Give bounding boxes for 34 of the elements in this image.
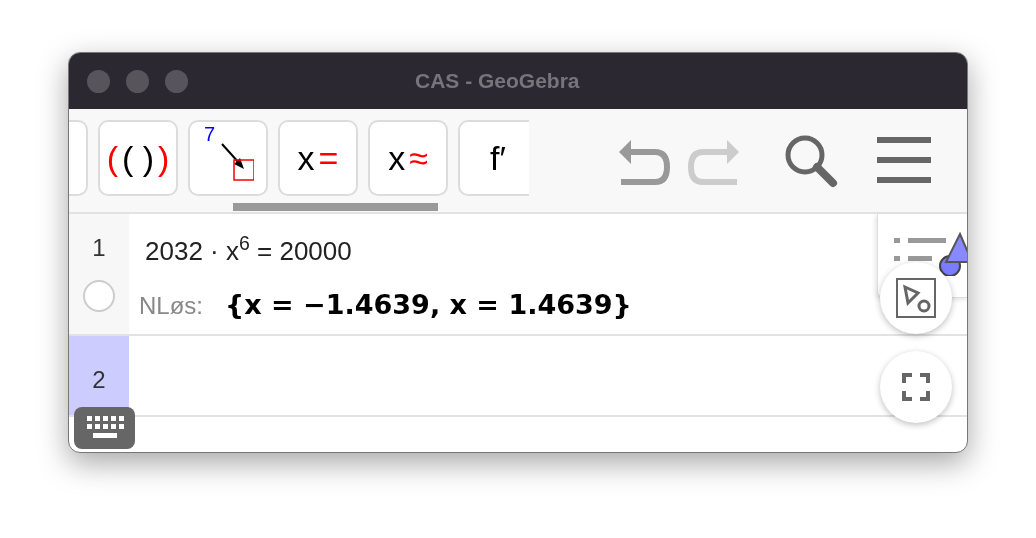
shapes-icon: [896, 278, 936, 318]
button-symbol: (: [106, 141, 118, 175]
algebra-icon: [894, 232, 967, 276]
graphics-button[interactable]: [880, 262, 952, 334]
toolbar-button[interactable]: f′: [458, 120, 529, 196]
input-expression[interactable]: 2032 · x$^{6}$ = 20000: [145, 232, 632, 271]
button-symbol: 7: [204, 124, 216, 144]
toolbar-button[interactable]: [69, 120, 88, 196]
button-symbol: ): [158, 141, 170, 175]
fullscreen-button[interactable]: [880, 351, 952, 423]
button-symbol: ( ): [121, 141, 155, 175]
row-number: 1: [92, 233, 106, 263]
button-symbol: x: [388, 141, 406, 175]
button-symbol: ≈: [409, 141, 428, 175]
window-control[interactable]: [87, 69, 110, 93]
scrollbar[interactable]: [233, 203, 438, 211]
show-toggle[interactable]: [83, 280, 115, 312]
search-icon[interactable]: [783, 133, 839, 189]
toolbar-button[interactable]: (( )): [98, 120, 178, 196]
keyboard-button[interactable]: [74, 407, 135, 449]
fullscreen-icon: [902, 373, 930, 401]
button-symbol: f′: [490, 141, 506, 175]
window-control[interactable]: [126, 69, 149, 93]
toolbar-button[interactable]: x=: [278, 120, 358, 196]
button-symbol: =: [318, 141, 339, 175]
window-title: CAS - GeoGebra: [415, 68, 580, 95]
window-control[interactable]: [165, 69, 188, 93]
button-symbol: x: [297, 141, 315, 175]
toolbar-button[interactable]: x≈: [368, 120, 448, 196]
arrow-to-square-icon: [220, 142, 254, 182]
row-number: 2: [92, 365, 106, 395]
output-result: {x = −1.4639, x = 1.4639}: [225, 288, 632, 322]
output-label: NLøs:: [139, 291, 203, 321]
toolbar-button[interactable]: 7: [188, 120, 268, 196]
